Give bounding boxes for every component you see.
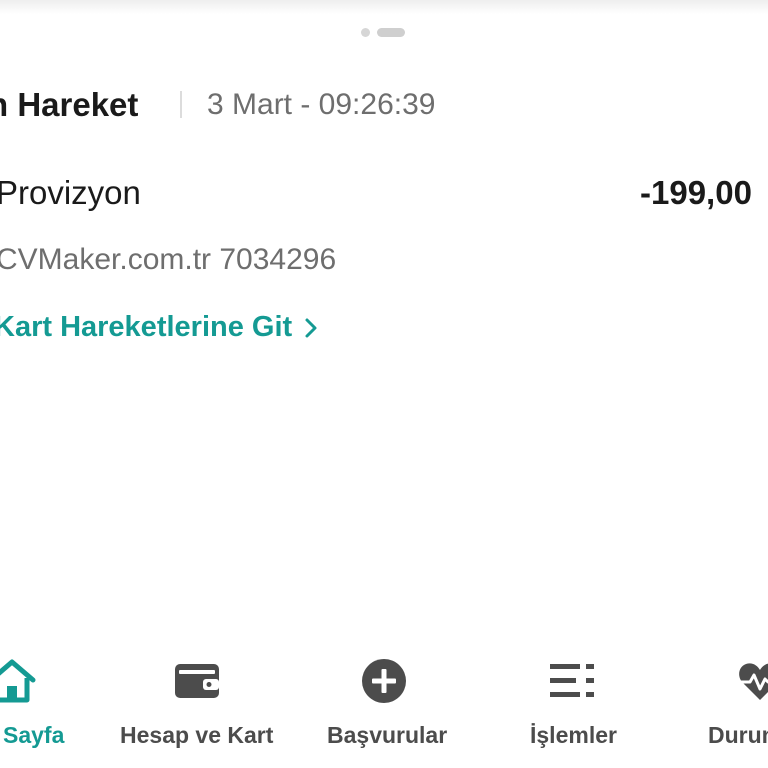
nav-item-applications[interactable]: Başvurular <box>315 640 455 768</box>
transaction-detail-screen: n Hareket 3 Mart - 09:26:39 Provizyon -1… <box>0 0 768 768</box>
card-transactions-link[interactable]: Kart Hareketlerine Git <box>0 311 318 344</box>
nav-label-account-card: Hesap ve Kart <box>120 722 274 748</box>
nav-label-status: Durum <box>708 722 768 748</box>
top-shadow <box>0 0 768 14</box>
merchant-description: CVMaker.com.tr 7034296 <box>0 243 337 276</box>
transaction-amount: -199,00 <box>640 174 752 211</box>
list-icon <box>548 658 596 704</box>
page-indicator-active <box>377 27 405 37</box>
page-indicator <box>361 27 405 37</box>
transaction-type: Provizyon <box>0 174 141 211</box>
nav-label-applications: Başvurular <box>327 722 448 748</box>
nav-item-account-card[interactable]: Hesap ve Kart <box>110 640 290 768</box>
nav-item-transactions[interactable]: İşlemler <box>515 640 635 768</box>
heart-pulse-icon <box>736 658 768 704</box>
page-title: n Hareket <box>0 86 139 123</box>
bottom-navigation: Sayfa Hesap ve Kart Başvurular İşlemler … <box>0 640 768 768</box>
title-divider <box>180 91 182 118</box>
nav-label-transactions: İşlemler <box>530 722 617 748</box>
nav-item-home[interactable]: Sayfa <box>0 640 100 768</box>
wallet-icon <box>173 658 221 704</box>
transaction-datetime: 3 Mart - 09:26:39 <box>207 88 436 121</box>
nav-item-status[interactable]: Durum <box>700 640 768 768</box>
plus-circle-icon <box>360 658 408 704</box>
home-icon <box>0 658 36 704</box>
card-transactions-link-label: Kart Hareketlerine Git <box>0 311 293 343</box>
nav-label-home: Sayfa <box>3 722 65 748</box>
chevron-right-icon <box>305 318 317 337</box>
page-indicator-dot <box>361 27 370 37</box>
